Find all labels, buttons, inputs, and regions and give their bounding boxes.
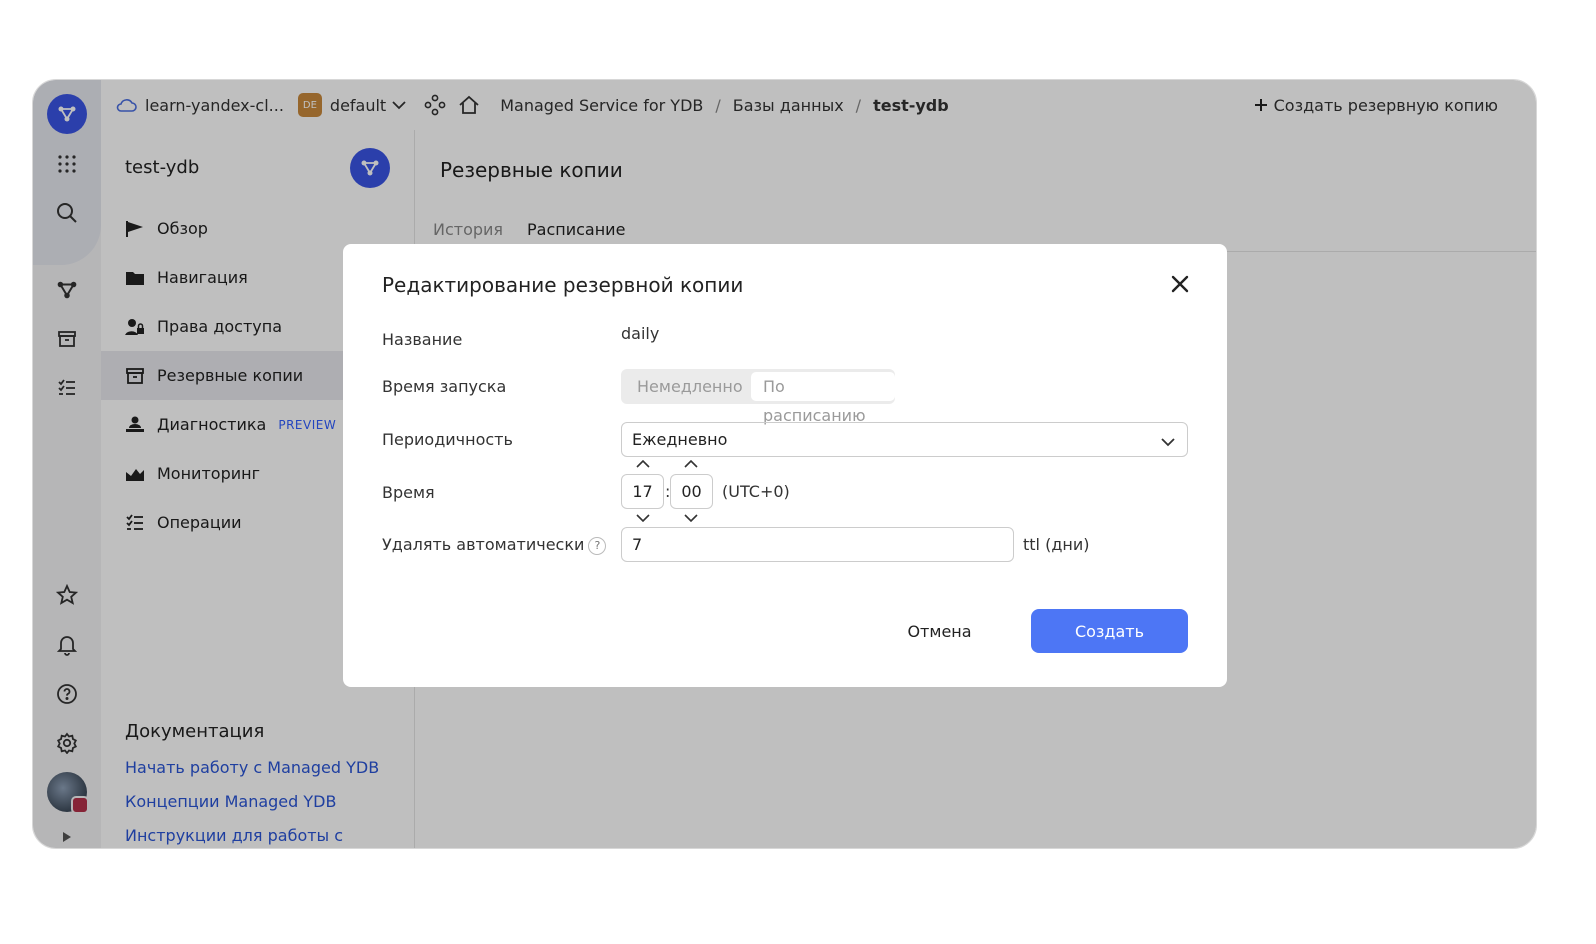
dialog-title: Редактирование резервной копии [382, 273, 744, 297]
timezone-label: (UTC+0) [722, 482, 790, 501]
name-value: daily [621, 324, 660, 343]
hours-down-icon[interactable] [634, 512, 652, 524]
period-value: Ежедневно [632, 430, 728, 449]
help-icon[interactable]: ? [588, 536, 607, 555]
start-time-label: Время запуска [382, 377, 507, 396]
hours-up-icon[interactable] [634, 458, 652, 470]
autodelete-input[interactable]: 7 [621, 527, 1014, 562]
minutes-up-icon[interactable] [682, 458, 700, 470]
autodelete-label: Удалять автоматически? [382, 535, 607, 555]
create-button[interactable]: Создать [1031, 609, 1188, 653]
hours-input[interactable]: 17 [621, 474, 664, 509]
cancel-button[interactable]: Отмена [887, 609, 992, 653]
edit-backup-dialog: Редактирование резервной копии Название … [343, 244, 1227, 687]
minutes-input[interactable]: 00 [670, 474, 713, 509]
time-label: Время [382, 483, 435, 502]
close-icon[interactable] [1168, 272, 1192, 296]
period-label: Периодичность [382, 430, 513, 449]
minutes-down-icon[interactable] [682, 512, 700, 524]
start-time-switch: Немедленно По расписанию [621, 369, 895, 425]
start-immediately-option[interactable]: Немедленно [625, 372, 755, 401]
start-scheduled-option[interactable]: По расписанию [751, 372, 895, 425]
period-select[interactable]: Ежедневно [621, 422, 1188, 457]
chevron-down-icon [1161, 432, 1175, 451]
autodelete-unit: ttl (дни) [1023, 535, 1090, 554]
name-label: Название [382, 330, 463, 349]
